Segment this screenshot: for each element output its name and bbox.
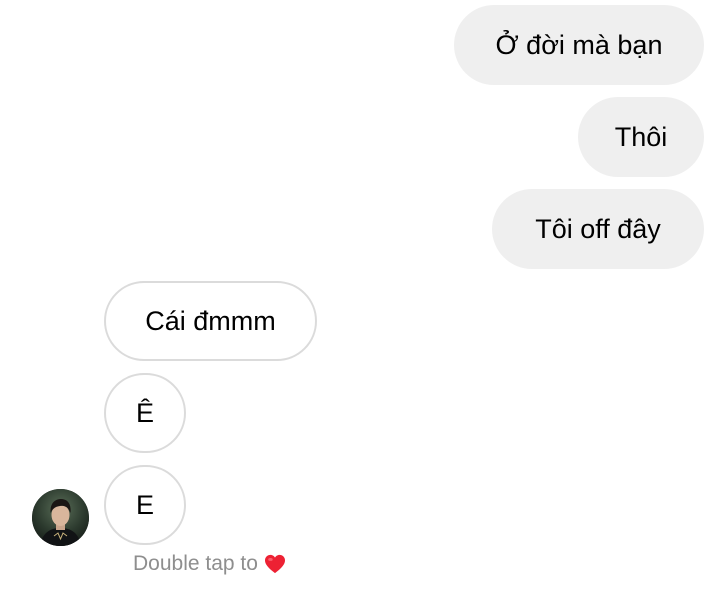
- hint-text: Double tap to: [133, 552, 258, 575]
- received-message-bubble[interactable]: Ê: [104, 373, 186, 453]
- message-text: Tôi off đây: [535, 213, 661, 244]
- avatar[interactable]: [32, 489, 89, 546]
- message-text: Cái đmmm: [145, 305, 276, 336]
- heart-icon: [264, 554, 286, 574]
- message-text: Ê: [135, 397, 154, 428]
- message-text: Ở đời mà bạn: [495, 29, 663, 60]
- received-message-bubble[interactable]: E: [104, 465, 186, 545]
- sent-message-bubble[interactable]: Thôi: [578, 97, 704, 177]
- message-text: Thôi: [614, 121, 668, 152]
- received-message-bubble[interactable]: Cái đmmm: [104, 281, 317, 361]
- sent-message-bubble[interactable]: Ở đời mà bạn: [454, 5, 704, 85]
- sent-message-bubble[interactable]: Tôi off đây: [492, 189, 704, 269]
- double-tap-hint: Double tap to: [133, 552, 286, 576]
- message-text: E: [135, 489, 154, 520]
- profile-photo: [32, 489, 89, 546]
